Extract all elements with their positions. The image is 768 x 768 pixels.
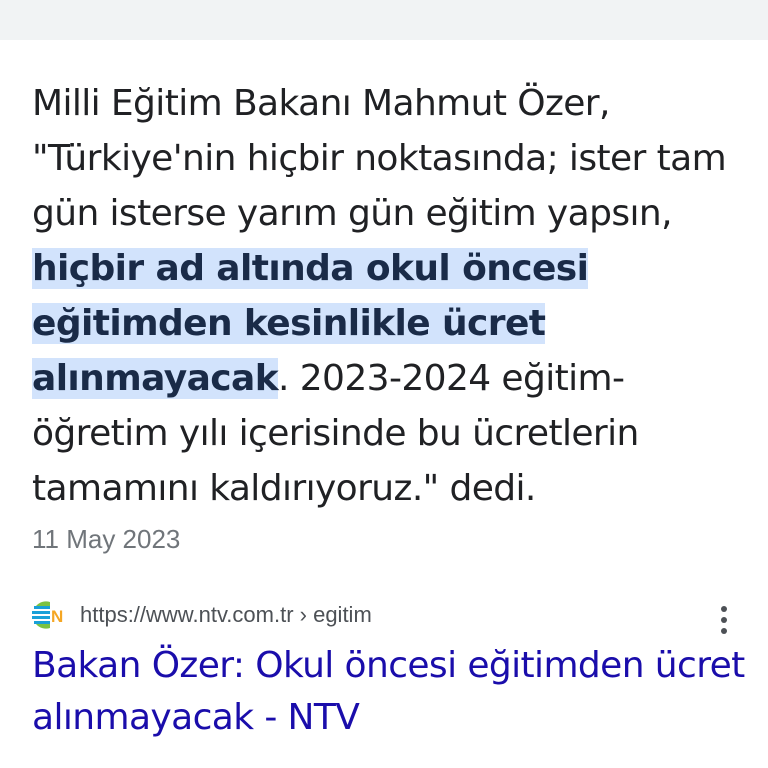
more-dot bbox=[721, 606, 727, 612]
more-dot bbox=[721, 617, 727, 623]
more-options-icon[interactable] bbox=[712, 600, 736, 640]
more-dot bbox=[721, 628, 727, 634]
snippet-text-before: Milli Eğitim Bakanı Mahmut Özer, "Türkiy… bbox=[32, 83, 727, 234]
featured-snippet-text: Milli Eğitim Bakanı Mahmut Özer, "Türkiy… bbox=[32, 76, 752, 516]
source-url[interactable]: https://www.ntv.com.tr › egitim bbox=[80, 602, 372, 628]
result-source[interactable]: N https://www.ntv.com.tr › egitim bbox=[32, 598, 372, 632]
snippet-date: 11 May 2023 bbox=[32, 524, 181, 554]
svg-text:N: N bbox=[51, 607, 63, 626]
result-title-link[interactable]: Bakan Özer: Okul öncesi eğitimden ücret … bbox=[32, 640, 752, 744]
top-divider-bar bbox=[0, 0, 768, 40]
ntv-logo-icon: N bbox=[32, 601, 63, 629]
